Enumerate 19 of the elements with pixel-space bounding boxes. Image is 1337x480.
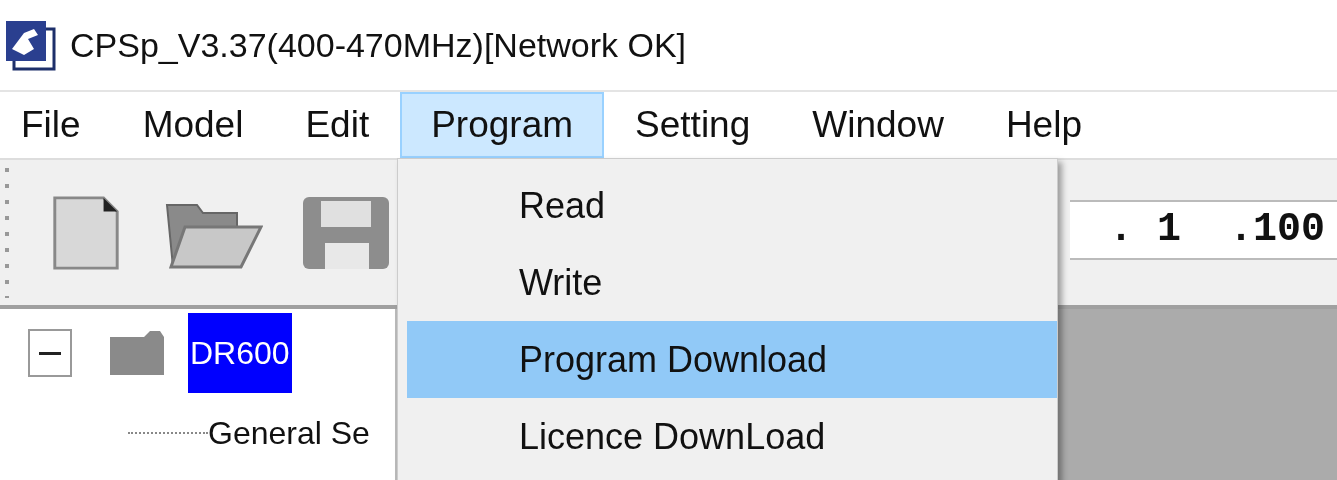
menu-item[interactable]: Model <box>111 92 275 158</box>
menu-option[interactable]: Read <box>407 167 1057 244</box>
menu-item[interactable]: Window <box>781 92 975 158</box>
menu-item[interactable]: Help <box>974 92 1113 158</box>
menu-option[interactable]: Write <box>407 244 1057 321</box>
menu-item[interactable]: Program <box>400 92 605 158</box>
menu-item[interactable]: Setting <box>604 92 782 158</box>
tree-item[interactable]: DR600 <box>188 313 292 393</box>
folder-icon <box>108 329 166 377</box>
menu-item[interactable]: Edit <box>274 92 401 158</box>
tree-item[interactable]: General Se <box>208 414 370 452</box>
menu-option[interactable]: Program Download <box>407 321 1057 398</box>
app-icon <box>4 19 56 71</box>
menu-item[interactable]: File <box>0 92 112 158</box>
toolbar-grip[interactable] <box>5 167 9 298</box>
window-title: CPSp_V3.37(400-470MHz)[Network OK] <box>70 25 687 65</box>
collapse-toggle[interactable] <box>28 329 72 377</box>
menu-option[interactable]: Licence DownLoad <box>407 398 1057 475</box>
address-field[interactable]: . 1 .100 <box>1070 199 1337 260</box>
